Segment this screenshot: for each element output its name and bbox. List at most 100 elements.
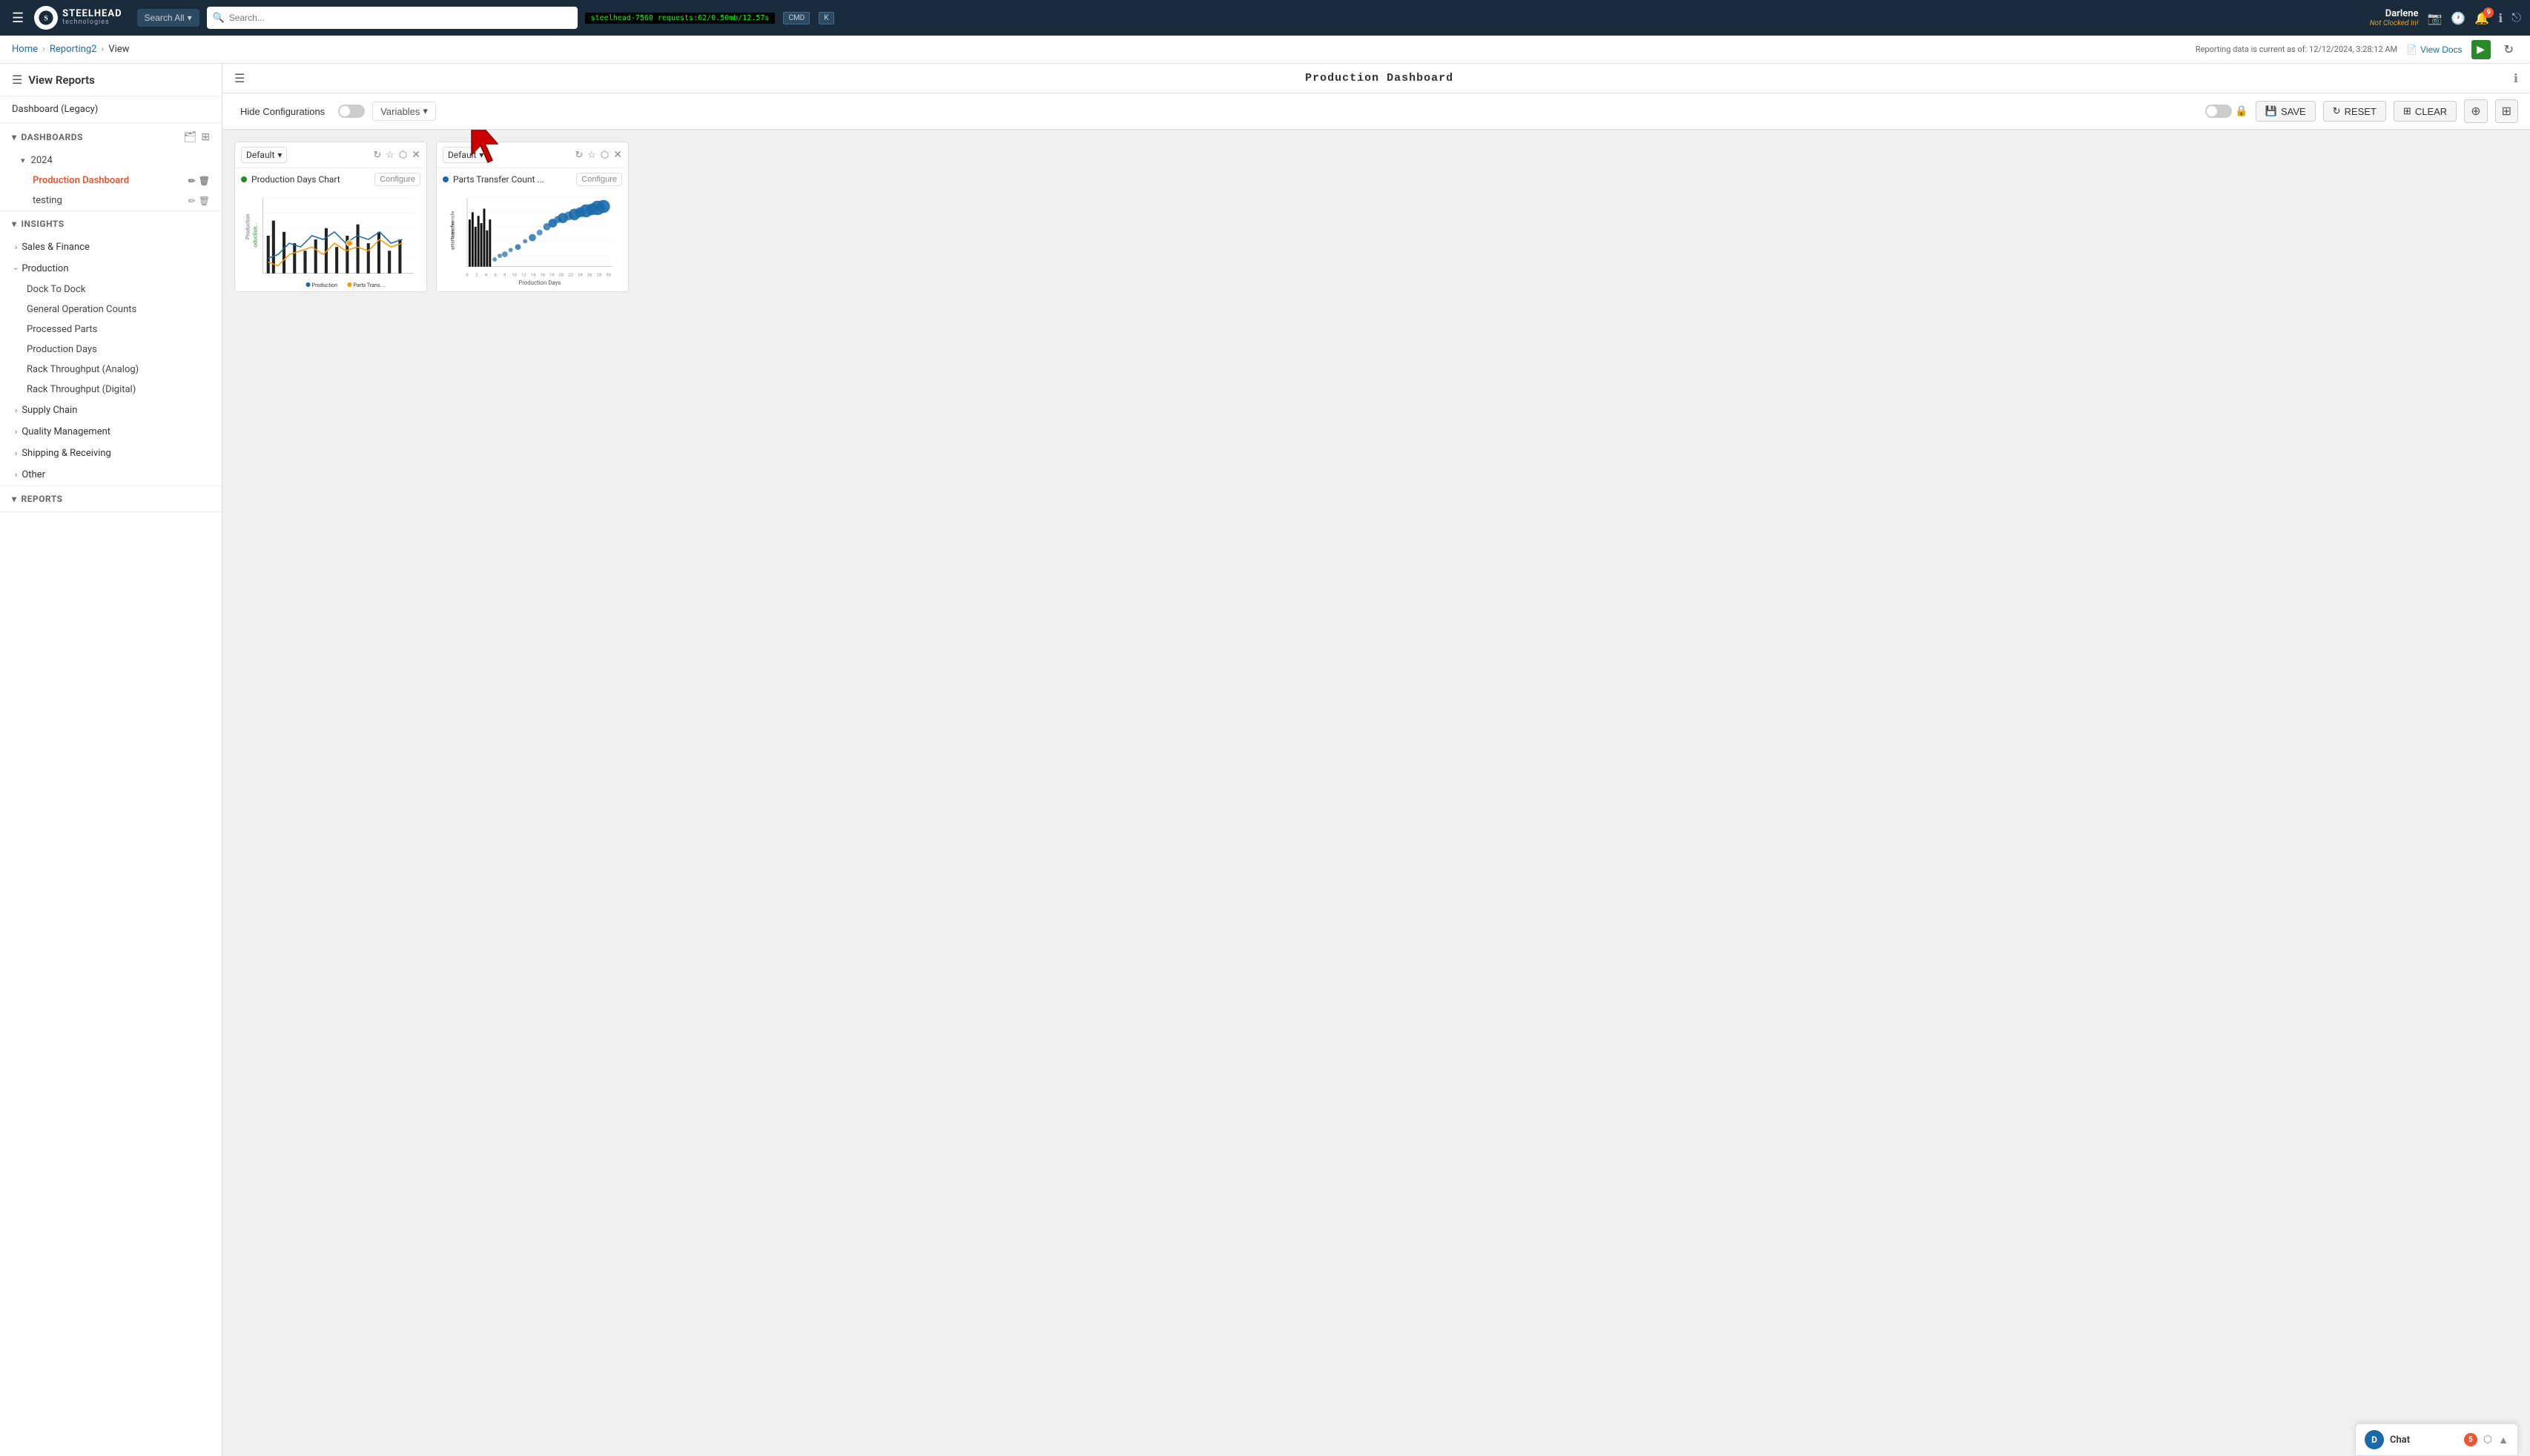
chat-chevron-icon[interactable]: ▲ [2498,1434,2508,1446]
info-icon[interactable]: ℹ [2498,11,2503,25]
search-all-button[interactable]: Search All ▾ [137,9,199,27]
chart-2-body: Parts Transfe arts Transfer [437,188,628,291]
play-button[interactable]: ▶ [2471,40,2491,59]
sidebar-item-processed-parts[interactable]: Processed Parts [0,320,222,340]
chat-badge: 5 [2464,1433,2477,1446]
sidebar-item-dock-to-dock[interactable]: Dock To Dock [0,279,222,300]
chart-2-close-icon[interactable]: ✕ [613,149,622,161]
view-docs-button[interactable]: 📄 View Docs [2406,44,2462,55]
year-2024-item[interactable]: ▾ 2024 [0,150,222,171]
production-dashboard-item[interactable]: Production Dashboard ✏ 🗑 [0,171,222,191]
cmd-button[interactable]: CMD [783,12,810,24]
chat-label: Chat [2390,1435,2458,1446]
reset-icon: ↻ [2333,105,2341,117]
sidebar-item-general-operation[interactable]: General Operation Counts [0,300,222,320]
chart-2-selector[interactable]: Default ▾ [443,147,489,163]
sidebar-legacy-item[interactable]: Dashboard (Legacy) [0,96,222,123]
grid-icon[interactable]: ⊞ [201,130,210,143]
dashboard-title: Production Dashboard [245,72,2514,85]
search-input[interactable] [229,13,572,23]
chart-1-title: Production Days Chart [251,174,370,185]
svg-text:0: 0 [466,273,468,277]
chart-2-dot [443,176,449,182]
logo: S STEELHEAD technologies [34,6,122,30]
hide-configurations-button[interactable]: Hide Configurations [234,103,331,120]
chart-1-configure-button[interactable]: Configure [374,173,420,186]
edit-icon[interactable]: ✏ [188,196,196,206]
hamburger-icon[interactable]: ☰ [9,7,27,29]
notification-icon[interactable]: 🔔 9 [2474,11,2489,25]
layout-button[interactable]: ⊞ [2495,99,2518,123]
chart-1-external-icon[interactable]: ⬡ [399,150,407,161]
clock-icon[interactable]: 🕐 [2451,11,2465,25]
svg-text:22: 22 [569,273,574,277]
dashboard-info-icon[interactable]: ℹ [2514,71,2518,85]
svg-text:Parts Trans....: Parts Trans.... [353,282,386,288]
chart-1-selector[interactable]: Default ▾ [241,147,287,163]
svg-text:oduction...: oduction... [251,222,258,247]
chart-2-star-icon[interactable]: ☆ [587,150,596,161]
svg-text:4: 4 [485,273,488,277]
refresh-button[interactable]: ↻ [2500,41,2518,59]
reset-button[interactable]: ↻ RESET [2323,101,2386,122]
svg-text:12: 12 [521,273,526,277]
sidebar-group-shipping[interactable]: › Shipping & Receiving [0,443,222,464]
sidebar-group-production[interactable]: › Production [0,258,222,279]
chart-1-title-row: Production Days Chart Configure [235,168,426,188]
chart-1-body: Production oduction... Parts Trans... [235,188,426,291]
k-button[interactable]: K [819,12,833,24]
chart-2-configure-button[interactable]: Configure [576,173,622,186]
chart-2-title-row: Parts Transfer Count ... Configure [437,168,628,188]
breadcrumb-home[interactable]: Home [12,44,38,55]
chart-1-star-icon[interactable]: ☆ [386,150,394,161]
lock-toggle[interactable] [2205,105,2232,118]
chart-card-1: Default ▾ ↻ ☆ ⬡ ✕ Pr [234,142,427,292]
insights-section-header[interactable]: ▾ INSIGHTS [0,211,222,236]
sidebar-item-rack-analog[interactable]: Rack Throughput (Analog) [0,360,222,380]
camera-icon[interactable]: 📷 [2428,11,2443,25]
edit-icon[interactable]: ✏ [188,176,196,186]
sidebar-group-supply-chain[interactable]: › Supply Chain [0,400,222,421]
dashboards-section-header[interactable]: ▾ DASHBOARDS 🗂 ⊞ [0,123,222,150]
search-icon: 🔍 [213,13,225,24]
content-area: ☰ Production Dashboard ℹ Hide Configurat… [222,64,2530,1456]
chart-2-refresh-icon[interactable]: ↻ [575,150,583,161]
svg-text:Production: Production [312,282,338,288]
chart-2-external-icon[interactable]: ⬡ [601,150,609,161]
save-button[interactable]: 💾 SAVE [2256,101,2316,122]
chat-avatar: D [2365,1430,2384,1449]
chart-1-refresh-icon[interactable]: ↻ [373,150,381,161]
chart-1-close-icon[interactable]: ✕ [412,149,420,161]
logout-icon[interactable]: ⎋ [2511,10,2521,25]
sidebar-group-other[interactable]: › Other [0,464,222,486]
svg-text:10: 10 [512,273,517,277]
variables-button[interactable]: Variables ▾ [372,102,436,121]
dashboard-menu-icon[interactable]: ☰ [234,71,245,85]
testing-item[interactable]: testing ✏ 🗑 [0,191,222,211]
delete-icon[interactable]: 🗑 [199,196,210,206]
chat-widget: D Chat 5 ⬡ ▲ [2355,1423,2518,1456]
sidebar-item-production-days[interactable]: Production Days [0,340,222,360]
svg-text:18: 18 [549,273,555,277]
sidebar-group-quality[interactable]: › Quality Management [0,421,222,443]
lock-group: 🔒 [2205,105,2247,118]
chat-expand-icon[interactable]: ⬡ [2483,1434,2492,1446]
chart-card-2: Default ▾ ↻ ☆ ⬡ ✕ Pa [436,142,629,292]
svg-text:2: 2 [475,273,478,277]
svg-text:26: 26 [587,273,592,277]
new-folder-icon[interactable]: 🗂 [183,130,196,143]
sidebar-menu-icon[interactable]: ☰ [12,73,22,87]
sidebar-item-rack-digital[interactable]: Rack Throughput (Digital) [0,380,222,400]
reports-section-header[interactable]: ▾ REPORTS [0,486,222,512]
sidebar-group-sales[interactable]: › Sales & Finance [0,236,222,258]
hide-config-toggle[interactable] [338,105,365,118]
clear-button[interactable]: ⊞ CLEAR [2394,101,2457,122]
add-widget-button[interactable]: ⊕ [2464,99,2487,123]
delete-icon[interactable]: 🗑 [199,176,210,186]
svg-text:arts Transfer: arts Transfer [449,221,455,250]
nav-right: Darlene Not Clocked In! 📷 🕐 🔔 9 ℹ ⎋ [2370,8,2521,27]
breadcrumb-reporting[interactable]: Reporting2 [50,44,97,55]
reporting-data-status: Reporting data is current as of: 12/12/2… [2196,44,2397,54]
search-bar: 🔍 [207,7,578,29]
chart-1-dot [241,176,247,182]
